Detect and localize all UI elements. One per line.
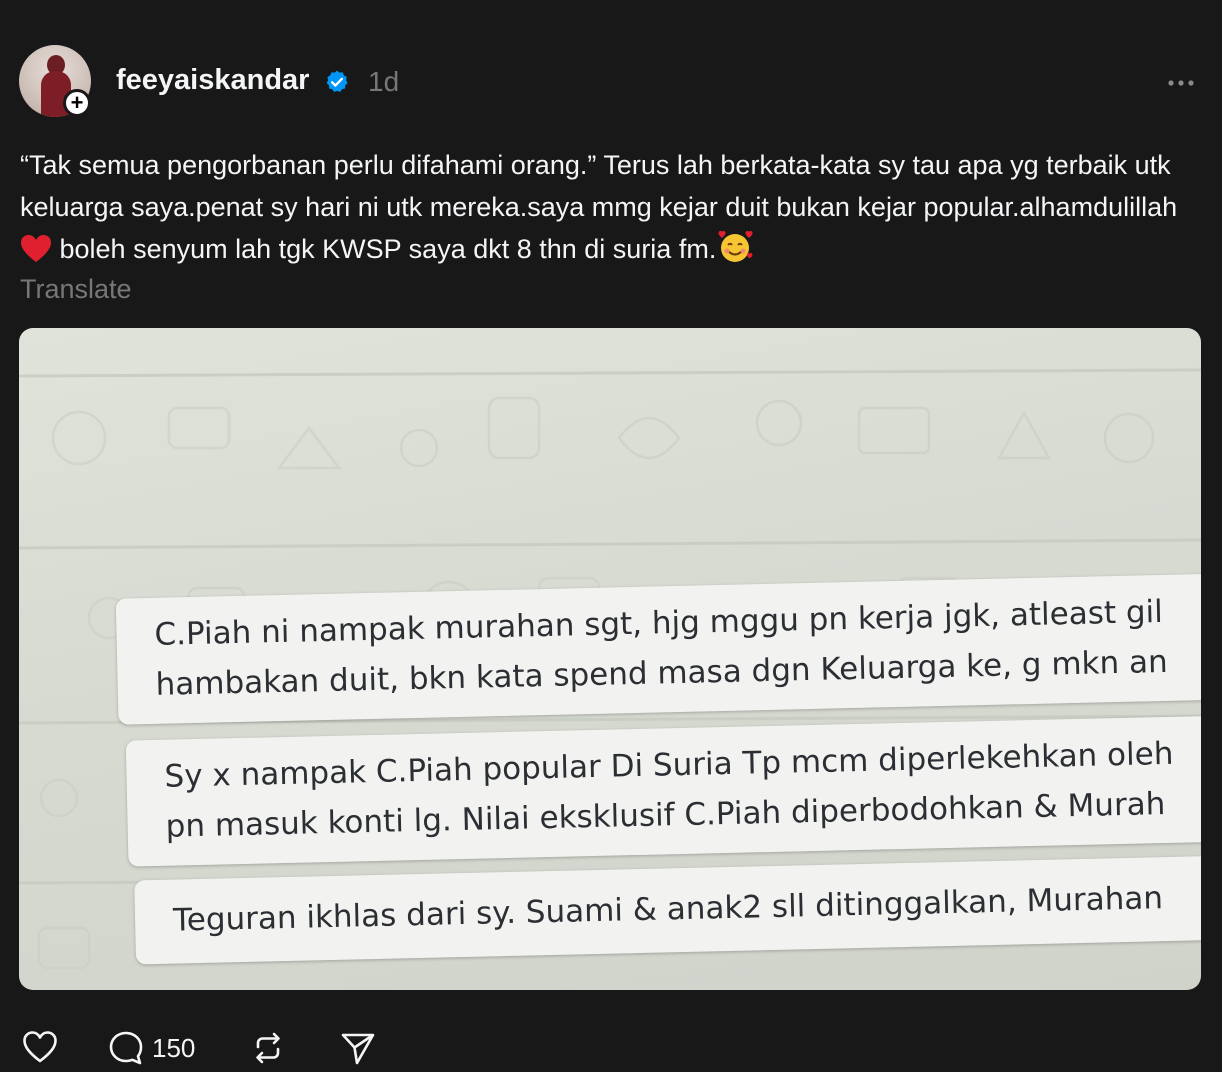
follow-plus-icon[interactable]: + [63, 89, 91, 117]
share-button[interactable] [340, 1030, 376, 1066]
send-icon [341, 1033, 375, 1065]
like-button[interactable] [22, 1030, 58, 1064]
post-caption: “Tak semua pengorbanan perlu difahami or… [20, 144, 1205, 270]
repost-icon [256, 1032, 280, 1064]
red-heart-emoji-icon [21, 235, 51, 262]
post-image[interactable]: C.Piah ni nampak murahan sgt, hjg mggu p… [19, 328, 1201, 990]
verified-badge-icon [326, 70, 348, 92]
chat-bubble-line: Teguran ikhlas dari sy. Suami & anak2 sl… [172, 880, 1164, 939]
more-horizontal-icon[interactable] [1166, 68, 1196, 98]
post-actions: 150 [0, 1030, 1222, 1070]
caption-text: “Tak semua pengorbanan perlu difahami or… [20, 150, 1178, 222]
comment-count: 150 [152, 1032, 196, 1063]
chat-bubble: Sy x nampak C.Piah popular Di Suria Tp m… [125, 715, 1201, 867]
translate-link[interactable]: Translate [20, 274, 132, 305]
post-time: 1d [368, 66, 400, 97]
username-link[interactable]: feeyaiskandar [116, 64, 309, 97]
avatar[interactable]: + [19, 45, 91, 117]
comment-button[interactable]: 150 [108, 1030, 195, 1066]
chat-bubble: C.Piah ni nampak murahan sgt, hjg mggu p… [115, 573, 1201, 725]
repost-button[interactable] [250, 1030, 286, 1066]
caption-tail: boleh senyum lah tgk KWSP saya dkt 8 thn… [52, 234, 717, 264]
comment-bubble-icon [109, 1031, 143, 1065]
heart-icon [23, 1031, 57, 1063]
smiling-face-with-hearts-emoji-icon [718, 230, 753, 262]
